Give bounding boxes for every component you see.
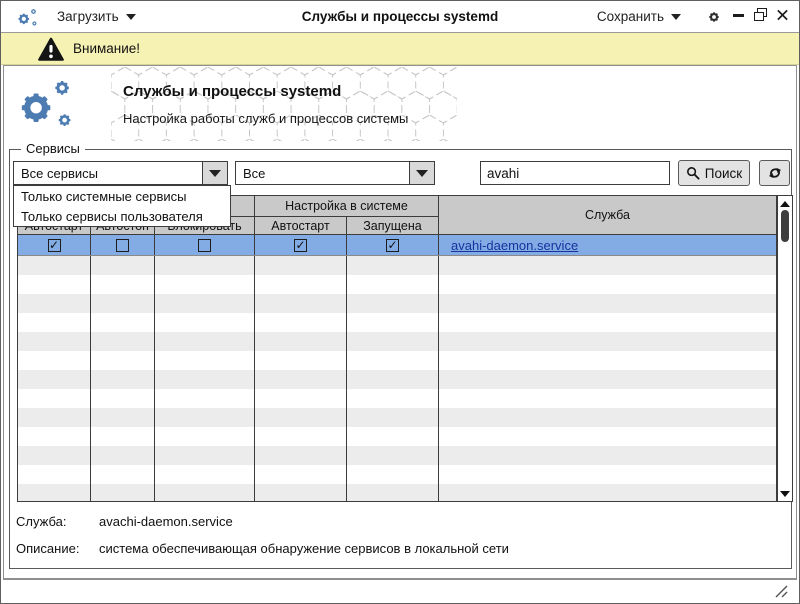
app-logo-gears-icon (13, 73, 79, 135)
warning-triangle-icon (38, 37, 64, 62)
refresh-icon (767, 165, 783, 181)
page-subtitle: Настройка работы служб и процессов систе… (123, 111, 408, 126)
arrow-down-icon (780, 491, 790, 497)
service-detail-label: Служба: (16, 514, 66, 529)
search-button[interactable]: Поиск (678, 160, 750, 186)
service-scope-value: Все сервисы (14, 162, 202, 184)
service-detail-value: avachi-daemon.service (99, 514, 233, 529)
search-button-label: Поиск (705, 166, 742, 181)
load-menu-label: Загрузить (57, 9, 119, 24)
sys-autostart-checkbox[interactable]: ✓ (294, 239, 307, 252)
combo-dropdown-button[interactable] (202, 162, 227, 184)
table-empty-rows (18, 256, 776, 501)
save-menu-button[interactable]: Сохранить (591, 1, 687, 32)
arrow-up-icon (780, 201, 790, 207)
magnifier-icon (686, 166, 700, 180)
chevron-down-icon (209, 170, 221, 177)
autostart-checkbox[interactable]: ✓ (48, 239, 61, 252)
window-controls (732, 8, 789, 22)
chevron-down-icon (126, 14, 136, 20)
app-window: Загрузить Службы и процессы systemd Сохр… (0, 0, 800, 604)
service-scope-dropdown: Только системные сервисы Только сервисы … (13, 185, 231, 227)
scrollbar-thumb[interactable] (781, 210, 789, 242)
status-bar (3, 579, 797, 603)
dropdown-option-system[interactable]: Только системные сервисы (14, 186, 230, 206)
scroll-down-button[interactable] (778, 487, 792, 500)
services-groupbox: Сервисы Все сервисы Только системные сер… (9, 149, 792, 569)
state-filter-combobox[interactable]: Все (235, 161, 435, 185)
load-menu-button[interactable]: Загрузить (51, 1, 142, 32)
description-detail-value: система обеспечивающая обнаружение серви… (99, 541, 509, 556)
chevron-down-icon (416, 170, 428, 177)
warning-banner: Внимание! (1, 33, 799, 65)
vertical-scrollbar[interactable] (777, 195, 793, 502)
groupbox-legend: Сервисы (21, 141, 85, 156)
restore-button[interactable] (754, 8, 767, 22)
page-title: Службы и процессы systemd (123, 83, 341, 100)
description-detail-label: Описание: (16, 541, 79, 556)
hexagon-pattern (111, 67, 457, 141)
title-bar: Загрузить Службы и процессы systemd Сохр… (1, 1, 799, 33)
close-button[interactable] (776, 8, 789, 22)
col-header-running: Запущена (347, 217, 439, 235)
service-scope-combobox[interactable]: Все сервисы (13, 161, 228, 185)
settings-gear-icon[interactable] (704, 7, 724, 27)
resize-grip[interactable] (775, 585, 789, 598)
scroll-up-button[interactable] (778, 197, 792, 210)
col-header-sys-autostart: Автостарт (255, 217, 347, 235)
refresh-button[interactable] (759, 160, 790, 186)
table-row-selected[interactable]: ✓ ✓ ✓ avahi-daemon.service (18, 235, 776, 256)
block-checkbox[interactable] (198, 239, 211, 252)
table-header-service: Служба (439, 196, 776, 235)
dropdown-option-user[interactable]: Только сервисы пользователя (14, 206, 230, 226)
warning-text: Внимание! (73, 41, 140, 56)
minimize-button[interactable] (732, 8, 745, 22)
service-link[interactable]: avahi-daemon.service (451, 238, 578, 253)
search-input[interactable] (480, 161, 670, 185)
combo-dropdown-button[interactable] (409, 162, 434, 184)
state-filter-value: Все (236, 162, 409, 184)
app-gears-icon (14, 6, 41, 29)
running-checkbox[interactable]: ✓ (386, 239, 399, 252)
save-menu-label: Сохранить (597, 9, 664, 24)
autostop-checkbox[interactable] (116, 239, 129, 252)
chevron-down-icon (671, 14, 681, 20)
table-group-header-system: Настройка в системе (255, 196, 439, 217)
services-table: Настройка в системе Служба Автостарт Авт… (17, 195, 777, 502)
